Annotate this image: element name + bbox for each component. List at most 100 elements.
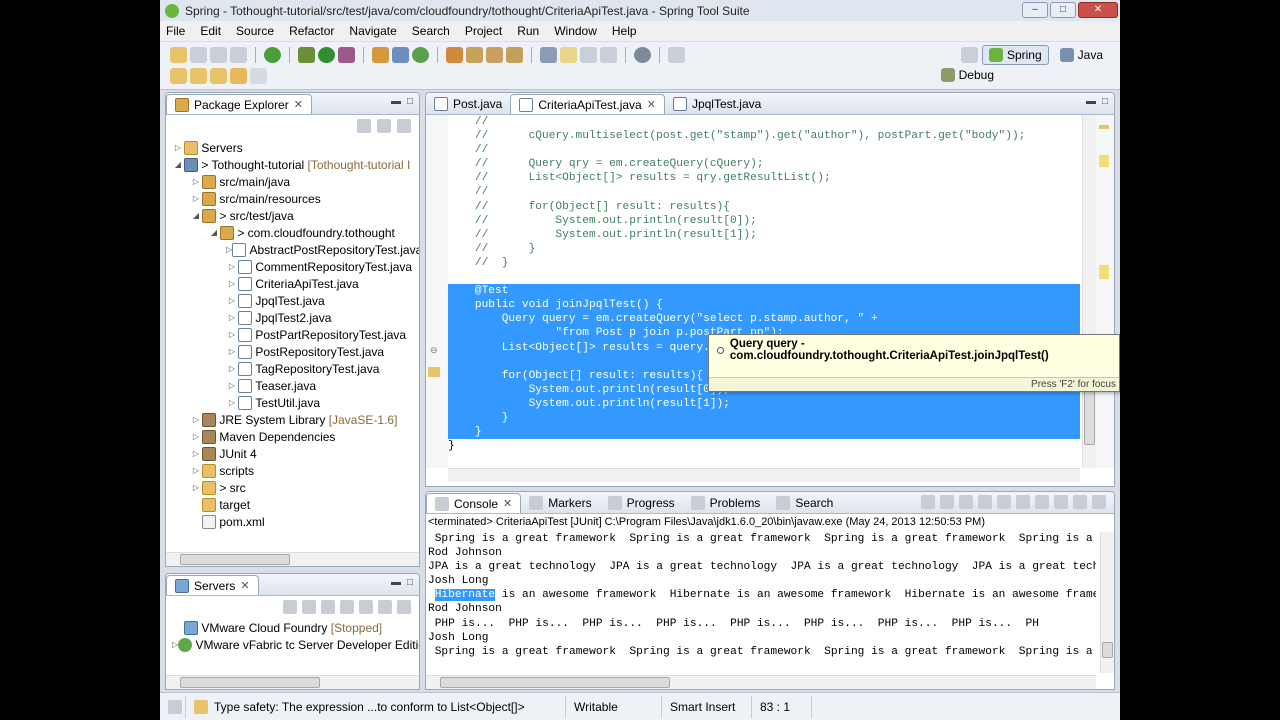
toggle-highlight-icon[interactable] <box>560 47 577 63</box>
open-resource-icon[interactable] <box>486 47 503 63</box>
terminate-icon[interactable] <box>921 495 935 509</box>
print-icon[interactable] <box>230 47 247 63</box>
tree-item[interactable]: ▷ CommentRepositoryTest.java <box>166 258 419 275</box>
show-whitespace-icon[interactable] <box>600 47 617 63</box>
external-tools-icon[interactable] <box>338 47 355 63</box>
stop-server-icon[interactable] <box>359 600 373 614</box>
tree-item[interactable]: ◢ > src/test/java <box>166 207 419 224</box>
toggle-mark-occurrences-icon[interactable] <box>540 47 557 63</box>
collapse-all-icon[interactable] <box>357 119 371 133</box>
close-icon[interactable]: ✕ <box>294 98 303 111</box>
tab-search[interactable]: Search <box>768 493 841 513</box>
menu-file[interactable]: File <box>166 24 185 38</box>
horizontal-scrollbar[interactable] <box>426 675 1096 689</box>
tree-item[interactable]: ▷ JpqlTest2.java <box>166 309 419 326</box>
vertical-scrollbar[interactable] <box>1100 532 1114 673</box>
menu-help[interactable]: Help <box>612 24 637 38</box>
search-icon[interactable] <box>506 47 523 63</box>
scrollbar-thumb[interactable] <box>440 677 670 688</box>
previous-annotation-icon[interactable] <box>190 68 207 84</box>
tree-item[interactable]: pom.xml <box>166 513 419 530</box>
minimize-button[interactable]: – <box>1022 2 1048 18</box>
new-icon[interactable] <box>170 47 187 63</box>
tree-item[interactable]: ▷ TagRepositoryTest.java <box>166 360 419 377</box>
tree-item[interactable]: target <box>166 496 419 513</box>
run-icon[interactable] <box>318 47 335 63</box>
remove-all-icon[interactable] <box>959 495 973 509</box>
save-all-icon[interactable] <box>210 47 227 63</box>
tree-item[interactable]: ▷ JUnit 4 <box>166 445 419 462</box>
open-perspective-icon[interactable] <box>960 47 978 63</box>
menu-edit[interactable]: Edit <box>200 24 221 38</box>
save-icon[interactable] <box>190 47 207 63</box>
next-annotation-icon[interactable] <box>170 68 187 84</box>
warning-icon[interactable] <box>428 367 440 377</box>
tree-item[interactable]: ▷ TestUtil.java <box>166 394 419 411</box>
back-icon[interactable] <box>230 68 247 84</box>
server-item[interactable]: VMware Cloud Foundry [Stopped] <box>166 619 419 636</box>
new-server-icon[interactable] <box>283 600 297 614</box>
close-button[interactable]: ✕ <box>1078 2 1118 18</box>
tree-item[interactable]: ▷ JpqlTest.java <box>166 292 419 309</box>
server-item[interactable]: ▷ VMware vFabric tc Server Developer Edi… <box>166 636 419 653</box>
tab-problems[interactable]: Problems <box>683 493 769 513</box>
menu-window[interactable]: Window <box>554 24 597 38</box>
perspective-spring[interactable]: Spring <box>981 45 1049 65</box>
tree-item[interactable]: ◢ > com.cloudfoundry.tothought <box>166 224 419 241</box>
horizontal-scrollbar[interactable] <box>448 468 1080 482</box>
maximize-button[interactable]: □ <box>1050 2 1076 18</box>
tree-item[interactable]: ▷ Maven Dependencies <box>166 428 419 445</box>
console-output[interactable]: Spring is a great framework Spring is a … <box>426 532 1096 673</box>
tab-package-explorer[interactable]: Package Explorer ✕ <box>166 94 312 114</box>
minimize-view-icon[interactable]: ▬ <box>1086 96 1096 107</box>
tree-item[interactable]: ▷ Teaser.java <box>166 377 419 394</box>
new-package-icon[interactable] <box>392 47 409 63</box>
close-icon[interactable]: ✕ <box>503 497 512 510</box>
tree-item[interactable]: ▷ src/main/resources <box>166 190 419 207</box>
last-edit-location-icon[interactable] <box>210 68 227 84</box>
tree-item[interactable]: ▷ src/main/java <box>166 173 419 190</box>
tree-item[interactable]: ▷ JRE System Library [JavaSE-1.6] <box>166 411 419 428</box>
tab-console[interactable]: Console ✕ <box>426 493 522 513</box>
horizontal-scrollbar[interactable] <box>166 675 419 689</box>
fast-view-icon[interactable] <box>160 695 186 718</box>
publish-icon[interactable] <box>378 600 392 614</box>
menu-source[interactable]: Source <box>236 24 274 38</box>
scroll-lock-icon[interactable] <box>997 495 1011 509</box>
link-with-editor-icon[interactable] <box>377 119 391 133</box>
profile-server-icon[interactable] <box>340 600 354 614</box>
new-class-icon[interactable] <box>412 47 429 63</box>
open-console-icon[interactable] <box>1073 495 1087 509</box>
tree-item[interactable]: ▷ AbstractPostRepositoryTest.java <box>166 241 419 258</box>
scrollbar-thumb[interactable] <box>1102 642 1113 658</box>
globe-icon[interactable] <box>634 47 651 63</box>
block-selection-icon[interactable] <box>580 47 597 63</box>
tree-item[interactable]: ▷ PostPartRepositoryTest.java <box>166 326 419 343</box>
pin-console-icon[interactable] <box>1035 495 1049 509</box>
clear-console-icon[interactable] <box>978 495 992 509</box>
maximize-view-icon[interactable]: □ <box>407 577 413 588</box>
tree-item[interactable]: ▷ Servers <box>166 139 419 156</box>
tree-item[interactable]: ▷ CriteriaApiTest.java <box>166 275 419 292</box>
tab-servers[interactable]: Servers ✕ <box>166 575 259 595</box>
tab-post-java[interactable]: Post.java <box>426 94 510 114</box>
open-type-icon[interactable] <box>446 47 463 63</box>
tab-markers[interactable]: Markers <box>521 493 599 513</box>
minimize-view-icon[interactable]: ▬ <box>391 96 401 107</box>
view-menu-icon[interactable] <box>397 119 411 133</box>
tree-item[interactable]: ▷ > src <box>166 479 419 496</box>
menu-navigate[interactable]: Navigate <box>349 24 396 38</box>
close-icon[interactable]: ✕ <box>240 579 249 592</box>
menu-run[interactable]: Run <box>517 24 539 38</box>
code-editor[interactable]: // // cQuery.multiselect(post.get("stamp… <box>448 115 1080 468</box>
view-menu-icon[interactable] <box>397 600 411 614</box>
menu-project[interactable]: Project <box>465 24 502 38</box>
start-server-icon[interactable] <box>321 600 335 614</box>
pin-icon[interactable] <box>668 47 685 63</box>
perspective-debug[interactable]: Debug <box>940 68 994 82</box>
maximize-view-icon[interactable]: □ <box>407 96 413 107</box>
remove-launch-icon[interactable] <box>940 495 954 509</box>
spring-icon[interactable] <box>264 47 281 63</box>
perspective-java[interactable]: Java <box>1053 45 1110 65</box>
tree-item[interactable]: ◢ > Tothought-tutorial [Tothought-tutori… <box>166 156 419 173</box>
